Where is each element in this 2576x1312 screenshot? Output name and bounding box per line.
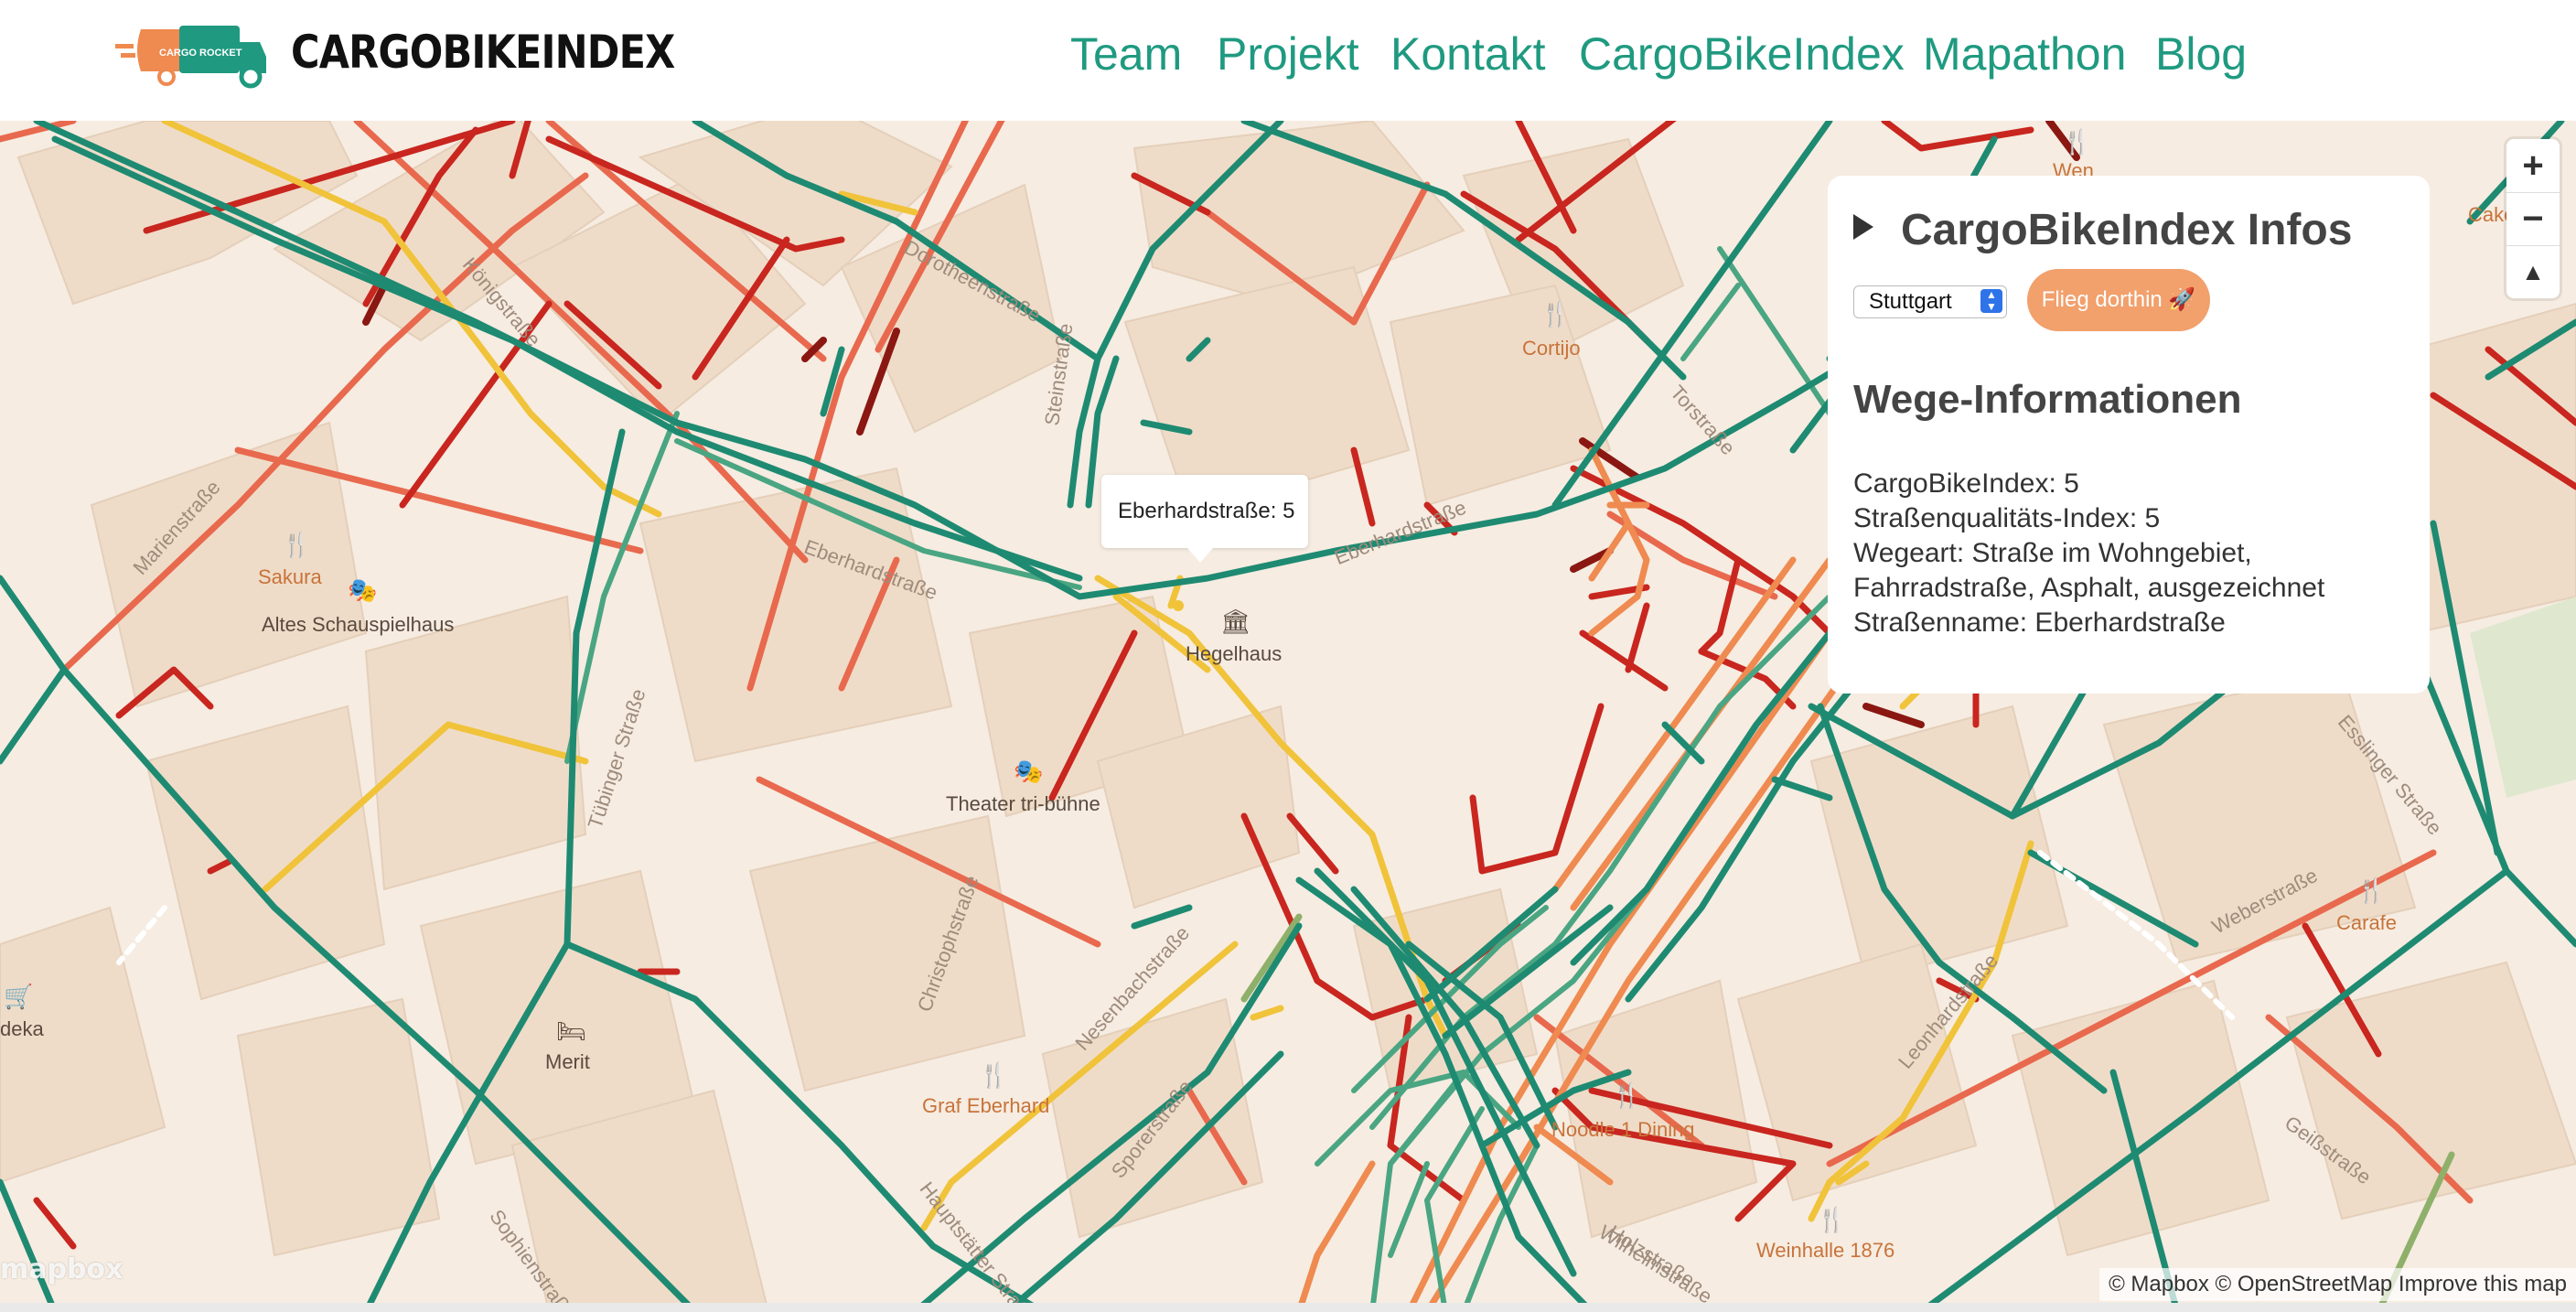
map-zoom-controls: + − ▲ (2506, 139, 2560, 298)
logo-text: CARGO ROCKET (159, 48, 242, 59)
shop-icon[interactable]: 🛒 (4, 984, 33, 1008)
park-area (2470, 597, 2576, 798)
poi-label-altes-schauspielhaus[interactable]: Altes Schauspielhaus (262, 613, 454, 637)
zoom-in-button[interactable]: + (2506, 139, 2560, 192)
nav-blog[interactable]: Blog (2155, 27, 2247, 82)
logo-wheel-back (157, 68, 176, 86)
mapbox-logo[interactable]: mapbox (0, 1253, 123, 1285)
select-arrows-icon: ▲ ▼ (1980, 289, 2002, 313)
zoom-out-button[interactable]: − (2506, 192, 2560, 245)
nav-projekt[interactable]: Projekt (1217, 27, 1359, 82)
collapse-triangle-icon[interactable] (1853, 214, 1873, 240)
bottom-strip (0, 1303, 2576, 1312)
poi-label-merit[interactable]: Merit (545, 1050, 590, 1074)
hotel-icon[interactable]: 🛏 (556, 1019, 586, 1043)
compass-button[interactable]: ▲ (2506, 245, 2560, 298)
poi-label-theater-tri-buehne[interactable]: Theater tri-bühne (946, 792, 1100, 816)
route-node-marker (1173, 600, 1184, 611)
city-select-value: Stuttgart (1869, 289, 1952, 314)
info-cargobikeindex: CargoBikeIndex: 5 (1853, 468, 2079, 499)
map-attribution[interactable]: © Mapbox © OpenStreetMap Improve this ma… (2099, 1268, 2576, 1301)
poi-label-weinhalle-1876[interactable]: Weinhalle 1876 (1756, 1239, 1894, 1263)
theater-icon[interactable]: 🎭 (1014, 759, 1043, 783)
info-wegeart-cont: Fahrradstraße, Asphalt, ausgezeichnet (1853, 573, 2325, 603)
map-canvas[interactable]: Marienstraße Königstraße Dorotheenstraße… (0, 121, 2576, 1312)
info-strassenqualitaet: Straßenqualitäts-Index: 5 (1853, 503, 2161, 533)
road-popup-tip (1187, 548, 1213, 563)
nav-cargobikeindex[interactable]: CargoBikeIndex (1579, 27, 1905, 82)
restaurant-icon[interactable]: 🍴 (1612, 1083, 1641, 1107)
poi-label-deka[interactable]: deka (0, 1017, 44, 1041)
section-title: Wege-Informationen (1853, 377, 2242, 422)
fly-there-button[interactable]: Flieg dorthin 🚀 (2027, 269, 2210, 331)
top-navigation-bar: CARGO ROCKET CARGOBIKEINDEX Team Projekt… (0, 0, 2576, 121)
logo-bar-2 (121, 53, 135, 58)
poi-label-noodle-1-dining[interactable]: Noodle 1 Dining (1551, 1118, 1695, 1142)
poi-label-sakura[interactable]: Sakura (258, 565, 322, 589)
restaurant-icon[interactable]: 🍴 (2356, 878, 2386, 902)
restaurant-icon[interactable]: 🍴 (282, 532, 311, 556)
poi-label-cortijo[interactable]: Cortijo (1522, 337, 1581, 360)
museum-icon[interactable]: 🏛 (1220, 609, 1250, 633)
info-strassenname: Straßenname: Eberhardstraße (1853, 608, 2226, 638)
nav-mapathon[interactable]: Mapathon (1923, 27, 2126, 82)
brand-title[interactable]: CARGOBIKEINDEX (291, 26, 675, 79)
logo-wheel-front (239, 65, 263, 89)
restaurant-icon[interactable]: 🍴 (979, 1063, 1008, 1087)
city-select[interactable]: Stuttgart ▲ ▼ (1853, 285, 2007, 318)
cargo-rocket-logo[interactable]: CARGO ROCKET (115, 11, 266, 90)
poi-label-hegelhaus[interactable]: Hegelhaus (1186, 642, 1282, 666)
way-info: CargoBikeIndex: 5 Straßenqualitäts-Index… (1853, 467, 2324, 640)
poi-label-graf-eberhard[interactable]: Graf Eberhard (922, 1094, 1049, 1118)
info-panel: CargoBikeIndex Infos Stuttgart ▲ ▼ Flieg … (1828, 176, 2430, 694)
poi-label-carafe[interactable]: Carafe (2336, 911, 2397, 935)
restaurant-icon[interactable]: 🍴 (1540, 302, 1570, 326)
road-popup: Eberhardstraße: 5 (1101, 475, 1308, 563)
road-popup-text: Eberhardstraße: 5 (1118, 499, 1295, 523)
restaurant-icon[interactable]: 🍴 (2062, 130, 2091, 154)
theater-icon[interactable]: 🎭 (348, 578, 377, 602)
restaurant-icon[interactable]: 🍴 (1817, 1208, 1846, 1231)
logo-bar-1 (115, 44, 134, 48)
nav-kontakt[interactable]: Kontakt (1390, 27, 1546, 82)
nav-team[interactable]: Team (1070, 27, 1182, 82)
info-wegeart: Wegeart: Straße im Wohngebiet, (1853, 538, 2252, 568)
panel-title[interactable]: CargoBikeIndex Infos (1901, 205, 2352, 255)
